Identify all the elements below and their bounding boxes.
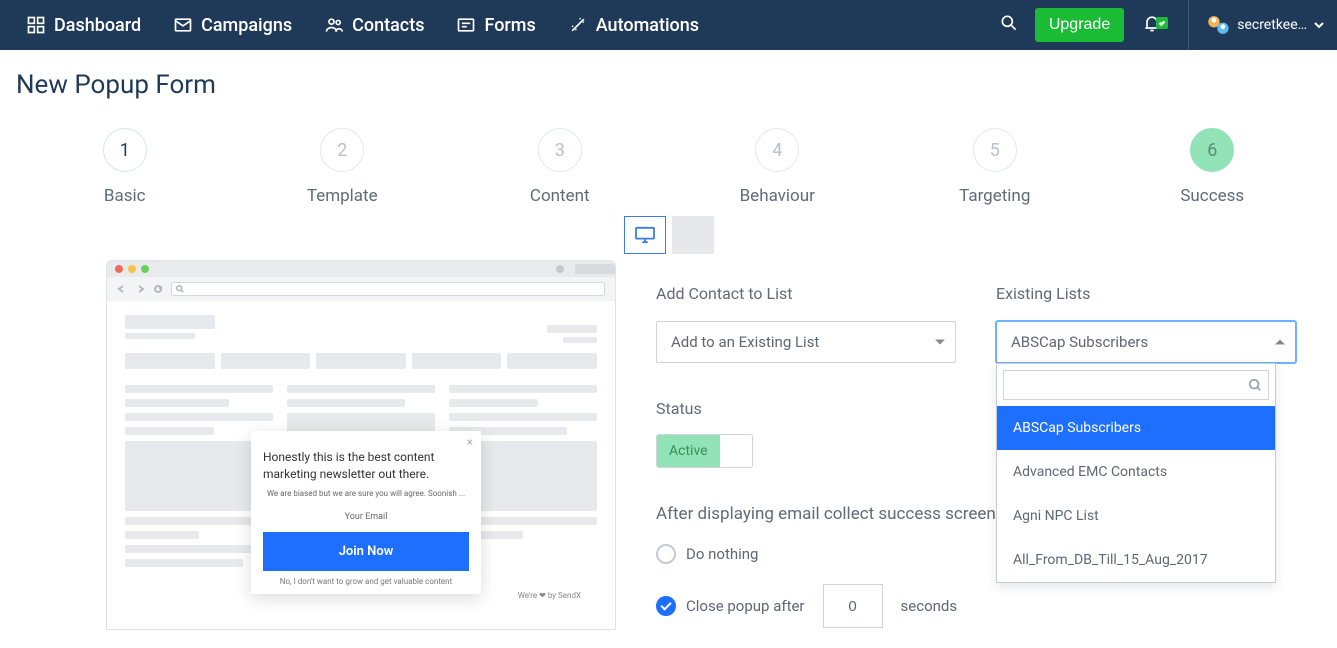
- notifications-button[interactable]: [1128, 13, 1176, 37]
- dropdown-option[interactable]: ABSCap Subscribers: [997, 406, 1275, 450]
- dropdown-search-input[interactable]: [1010, 378, 1248, 393]
- people-icon: [324, 15, 344, 35]
- dropdown-option[interactable]: Agni NPC List: [997, 494, 1275, 538]
- dashboard-icon: [26, 15, 46, 35]
- step-label: Success: [1104, 186, 1322, 206]
- dropdown-option[interactable]: All_From_DB_Till_15_Aug_2017: [997, 538, 1275, 582]
- popup-decline-link[interactable]: No, I don't want to grow and get valuabl…: [263, 577, 469, 586]
- popup-brand-label: We're ❤ by SendX: [518, 591, 581, 600]
- existing-lists-dropdown: ABSCap Subscribers Advanced EMC Contacts…: [996, 363, 1276, 583]
- popup-preview-card: × Honestly this is the best content mark…: [251, 431, 481, 594]
- popup-close-icon[interactable]: ×: [467, 435, 473, 449]
- device-mobile-button[interactable]: [672, 216, 714, 254]
- existing-lists-select[interactable]: ABSCap Subscribers: [996, 321, 1296, 363]
- step-behaviour[interactable]: 4 Behaviour: [669, 128, 887, 206]
- nav-contacts-label: Contacts: [352, 15, 424, 36]
- top-nav: Dashboard Campaigns Contacts Forms Autom…: [0, 0, 1337, 50]
- device-toggle: [16, 216, 1321, 254]
- step-label: Targeting: [886, 186, 1104, 206]
- step-number: 5: [973, 128, 1017, 172]
- nav-dashboard-label: Dashboard: [54, 15, 141, 36]
- form-icon: [456, 15, 476, 35]
- browser-url-bar: [107, 277, 615, 301]
- nav-contacts[interactable]: Contacts: [310, 0, 438, 50]
- status-toggle[interactable]: Active: [656, 434, 753, 468]
- step-label: Content: [451, 186, 669, 206]
- nav-automations[interactable]: Automations: [554, 0, 713, 50]
- radio-do-nothing[interactable]: [656, 544, 676, 564]
- popup-headline: Honestly this is the best content market…: [263, 449, 469, 483]
- status-inactive-side: [720, 435, 752, 467]
- status-active-label: Active: [657, 435, 720, 467]
- step-label: Basic: [16, 186, 234, 206]
- dropdown-option[interactable]: Advanced EMC Contacts: [997, 450, 1275, 494]
- step-basic[interactable]: 1 Basic: [16, 128, 234, 206]
- step-template[interactable]: 2 Template: [234, 128, 452, 206]
- caret-down-icon: [935, 340, 945, 345]
- radio-do-nothing-label: Do nothing: [686, 545, 758, 563]
- step-number: 4: [755, 128, 799, 172]
- step-label: Template: [234, 186, 452, 206]
- existing-lists-select-value: ABSCap Subscribers: [1011, 333, 1148, 351]
- step-number: 6: [1190, 128, 1234, 172]
- search-button[interactable]: [987, 13, 1031, 37]
- add-contact-select-value: Add to an Existing List: [671, 333, 819, 351]
- caret-up-icon: [1275, 340, 1285, 345]
- nav-campaigns[interactable]: Campaigns: [159, 0, 306, 50]
- upgrade-button[interactable]: Upgrade: [1035, 8, 1124, 42]
- nav-forms[interactable]: Forms: [442, 0, 549, 50]
- step-number: 2: [320, 128, 364, 172]
- user-name-label: secretkee…: [1237, 17, 1307, 33]
- nav-automations-label: Automations: [596, 15, 699, 36]
- notification-badge: [1156, 17, 1168, 29]
- nav-forms-label: Forms: [484, 15, 535, 36]
- search-icon: [1248, 378, 1262, 392]
- add-contact-label: Add Contact to List: [656, 284, 956, 303]
- add-contact-select[interactable]: Add to an Existing List: [656, 321, 956, 363]
- nav-campaigns-label: Campaigns: [201, 15, 292, 36]
- browser-tab-bar: [107, 261, 615, 277]
- step-number: 3: [538, 128, 582, 172]
- seconds-suffix-label: seconds: [901, 597, 958, 615]
- desktop-icon: [634, 226, 656, 244]
- popup-cta-button[interactable]: Join Now: [263, 532, 469, 571]
- step-content[interactable]: 3 Content: [451, 128, 669, 206]
- avatar-icon: [1205, 12, 1231, 38]
- radio-close-popup[interactable]: [656, 596, 676, 616]
- step-success[interactable]: 6 Success: [1104, 128, 1322, 206]
- nav-dashboard[interactable]: Dashboard: [12, 0, 155, 50]
- popup-subtext: We are biased but we are sure you will a…: [263, 489, 469, 498]
- wizard-steps: 1 Basic 2 Template 3 Content 4 Behaviour…: [16, 128, 1321, 206]
- existing-lists-label: Existing Lists: [996, 284, 1296, 303]
- search-icon: [999, 13, 1019, 33]
- user-menu[interactable]: secretkee…: [1188, 0, 1325, 50]
- page-title: New Popup Form: [16, 70, 1321, 100]
- browser-preview: × Honestly this is the best content mark…: [106, 260, 616, 630]
- popup-email-label: Your Email: [263, 512, 469, 522]
- wand-icon: [568, 15, 588, 35]
- step-label: Behaviour: [669, 186, 887, 206]
- step-targeting[interactable]: 5 Targeting: [886, 128, 1104, 206]
- seconds-input[interactable]: [823, 584, 883, 628]
- radio-close-popup-row[interactable]: Close popup after seconds: [656, 584, 1321, 628]
- chevron-down-icon: [1313, 19, 1325, 31]
- dropdown-search-wrap: [1003, 370, 1269, 400]
- device-desktop-button[interactable]: [624, 216, 666, 254]
- step-number: 1: [103, 128, 147, 172]
- envelope-icon: [173, 15, 193, 35]
- radio-close-popup-label: Close popup after: [686, 597, 805, 615]
